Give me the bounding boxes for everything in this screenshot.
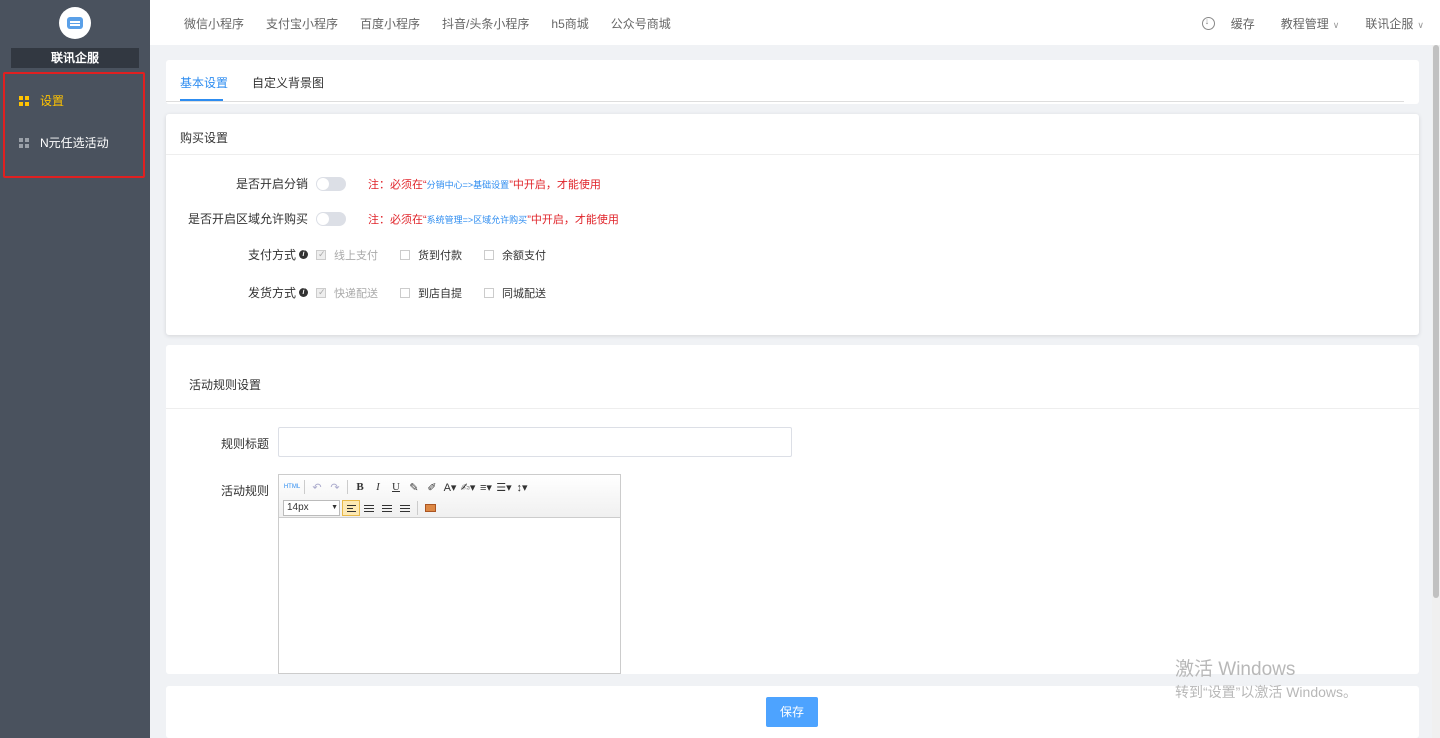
font-color-icon[interactable]: A▾ bbox=[441, 479, 459, 495]
align-right-icon[interactable] bbox=[378, 500, 396, 516]
nav-douyin-miniprogram[interactable]: 抖音/头条小程序 bbox=[442, 15, 529, 32]
ordered-list-icon[interactable]: ≡▾ bbox=[477, 479, 495, 495]
line-height-icon[interactable]: ↕▾ bbox=[513, 479, 531, 495]
tab-divider bbox=[166, 101, 1404, 102]
info-icon: i bbox=[299, 288, 308, 297]
tab-basic-settings[interactable]: 基本设置 bbox=[180, 74, 228, 91]
underline-icon[interactable]: U bbox=[387, 479, 405, 495]
undo-icon[interactable]: ↶ bbox=[308, 479, 326, 495]
align-center-icon[interactable] bbox=[360, 500, 378, 516]
section-title: 购买设置 bbox=[166, 114, 1419, 155]
scrollbar-thumb[interactable] bbox=[1433, 45, 1439, 598]
chevron-down-icon: ∨ bbox=[1332, 20, 1340, 30]
italic-icon[interactable]: I bbox=[369, 479, 387, 495]
sidebar-item-settings[interactable]: 设置 bbox=[19, 92, 64, 109]
nav-wechat-miniprogram[interactable]: 微信小程序 bbox=[184, 15, 244, 32]
distribution-row: 是否开启分销 注：必须在“分销中心=>基础设置”中开启，才能使用 bbox=[166, 175, 601, 192]
watermark-line1: 激活 Windows bbox=[1175, 659, 1296, 680]
align-left-icon[interactable] bbox=[342, 500, 360, 516]
info-icon: i bbox=[299, 250, 308, 259]
delivery-express-checkbox[interactable]: 快递配送 bbox=[316, 285, 378, 301]
html-source-icon[interactable]: HTML bbox=[283, 479, 301, 495]
field-label: 支付方式 i bbox=[166, 246, 308, 263]
highlight-color-icon[interactable]: ✍▾ bbox=[459, 479, 477, 495]
format-painter-icon[interactable]: ✐ bbox=[423, 479, 441, 495]
top-nav: 微信小程序 支付宝小程序 百度小程序 抖音/头条小程序 h5商城 公众号商城 bbox=[184, 15, 693, 32]
nav-official-account-mall[interactable]: 公众号商城 bbox=[611, 15, 671, 32]
field-label: 是否开启分销 bbox=[235, 177, 308, 191]
nav-baidu-miniprogram[interactable]: 百度小程序 bbox=[360, 15, 420, 32]
nav-h5-mall[interactable]: h5商城 bbox=[551, 15, 588, 32]
user-label: 联讯企服 bbox=[1365, 17, 1414, 31]
field-label: 发货方式 i bbox=[166, 284, 308, 301]
delivery-pickup-checkbox[interactable]: 到店自提 bbox=[400, 285, 462, 301]
download-icon[interactable] bbox=[1201, 16, 1215, 30]
distribution-toggle[interactable] bbox=[316, 176, 346, 191]
align-justify-icon[interactable] bbox=[396, 500, 414, 516]
payment-row: 支付方式i 线上支付 货到付款 余额支付 bbox=[166, 246, 546, 263]
bold-icon[interactable]: B bbox=[351, 479, 369, 495]
rich-text-editor: HTML ↶ ↷ B I U ✎ ✐ A▾ ✍▾ ≡▾ ☰▾ ↕▾ 14px ▼ bbox=[278, 474, 621, 674]
caret-down-icon: ▼ bbox=[331, 504, 338, 511]
purchase-settings-card: 购买设置 是否开启分销 注：必须在“分销中心=>基础设置”中开启，才能使用 是否… bbox=[166, 114, 1419, 335]
unordered-list-icon[interactable]: ☰▾ bbox=[495, 479, 513, 495]
grid-icon bbox=[19, 137, 29, 148]
activity-rules-card: 活动规则设置 规则标题 活动规则 HTML ↶ ↷ B I U ✎ ✐ A▾ ✍… bbox=[166, 345, 1419, 674]
logo-icon bbox=[67, 17, 83, 29]
tabs-card: 基本设置 自定义背景图 bbox=[166, 60, 1419, 104]
rule-content-label: 活动规则 bbox=[220, 484, 269, 498]
insert-image-icon[interactable] bbox=[421, 500, 439, 516]
tutorial-label: 教程管理 bbox=[1280, 17, 1329, 31]
tutorial-dropdown[interactable]: 教程管理 ∨ bbox=[1281, 15, 1340, 32]
save-button[interactable]: 保存 bbox=[766, 697, 818, 727]
rule-title-label: 规则标题 bbox=[220, 437, 269, 451]
sidebar: 联讯企服 设置 N元任选活动 bbox=[0, 0, 150, 738]
region-purchase-toggle[interactable] bbox=[316, 211, 346, 226]
payment-cod-checkbox[interactable]: 货到付款 bbox=[400, 247, 462, 263]
top-bar: 微信小程序 支付宝小程序 百度小程序 抖音/头条小程序 h5商城 公众号商城 缓… bbox=[150, 0, 1440, 45]
rule-title-input[interactable] bbox=[278, 427, 792, 457]
sidebar-item-label: 设置 bbox=[40, 94, 65, 108]
logo-area bbox=[0, 0, 150, 46]
brand-name: 联讯企服 bbox=[11, 48, 139, 68]
delivery-local-checkbox[interactable]: 同城配送 bbox=[484, 285, 546, 301]
eraser-icon[interactable]: ✎ bbox=[405, 479, 423, 495]
field-label: 是否开启区域允许购买 bbox=[187, 212, 308, 226]
tab-custom-background[interactable]: 自定义背景图 bbox=[252, 74, 324, 91]
top-right-menu: 缓存 教程管理∨ 联讯企服∨ bbox=[1201, 15, 1424, 32]
delivery-row: 发货方式i 快递配送 到店自提 同城配送 bbox=[166, 284, 546, 301]
nav-alipay-miniprogram[interactable]: 支付宝小程序 bbox=[266, 15, 338, 32]
sidebar-item-label: N元任选活动 bbox=[40, 136, 109, 150]
region-note: 注：必须在“系统管理=>区域允许购买”中开启，才能使用 bbox=[368, 213, 619, 226]
editor-content-area[interactable] bbox=[279, 518, 620, 673]
chevron-down-icon: ∨ bbox=[1417, 20, 1424, 30]
windows-activation-watermark: 激活 Windows 转到“设置”以激活 Windows。 bbox=[1175, 654, 1357, 702]
active-tab-indicator bbox=[180, 99, 223, 101]
editor-toolbar: HTML ↶ ↷ B I U ✎ ✐ A▾ ✍▾ ≡▾ ☰▾ ↕▾ 14px ▼ bbox=[279, 475, 620, 518]
region-row: 是否开启区域允许购买 注：必须在“系统管理=>区域允许购买”中开启，才能使用 bbox=[166, 210, 619, 227]
user-dropdown[interactable]: 联讯企服 ∨ bbox=[1365, 15, 1424, 32]
payment-online-checkbox[interactable]: 线上支付 bbox=[316, 247, 378, 263]
menu-highlight-box bbox=[3, 72, 145, 178]
distribution-note: 注：必须在“分销中心=>基础设置”中开启，才能使用 bbox=[368, 178, 601, 191]
app-logo[interactable] bbox=[59, 7, 91, 39]
sidebar-item-n-yuan-activity[interactable]: N元任选活动 bbox=[19, 134, 109, 151]
watermark-line2: 转到“设置”以激活 Windows。 bbox=[1175, 684, 1358, 700]
section-title: 活动规则设置 bbox=[166, 345, 1419, 409]
cache-link[interactable]: 缓存 bbox=[1231, 15, 1255, 32]
grid-icon bbox=[19, 95, 29, 106]
payment-balance-checkbox[interactable]: 余额支付 bbox=[484, 247, 546, 263]
redo-icon[interactable]: ↷ bbox=[326, 479, 344, 495]
scrollbar[interactable] bbox=[1432, 45, 1440, 738]
font-size-select[interactable]: 14px ▼ bbox=[283, 500, 340, 516]
